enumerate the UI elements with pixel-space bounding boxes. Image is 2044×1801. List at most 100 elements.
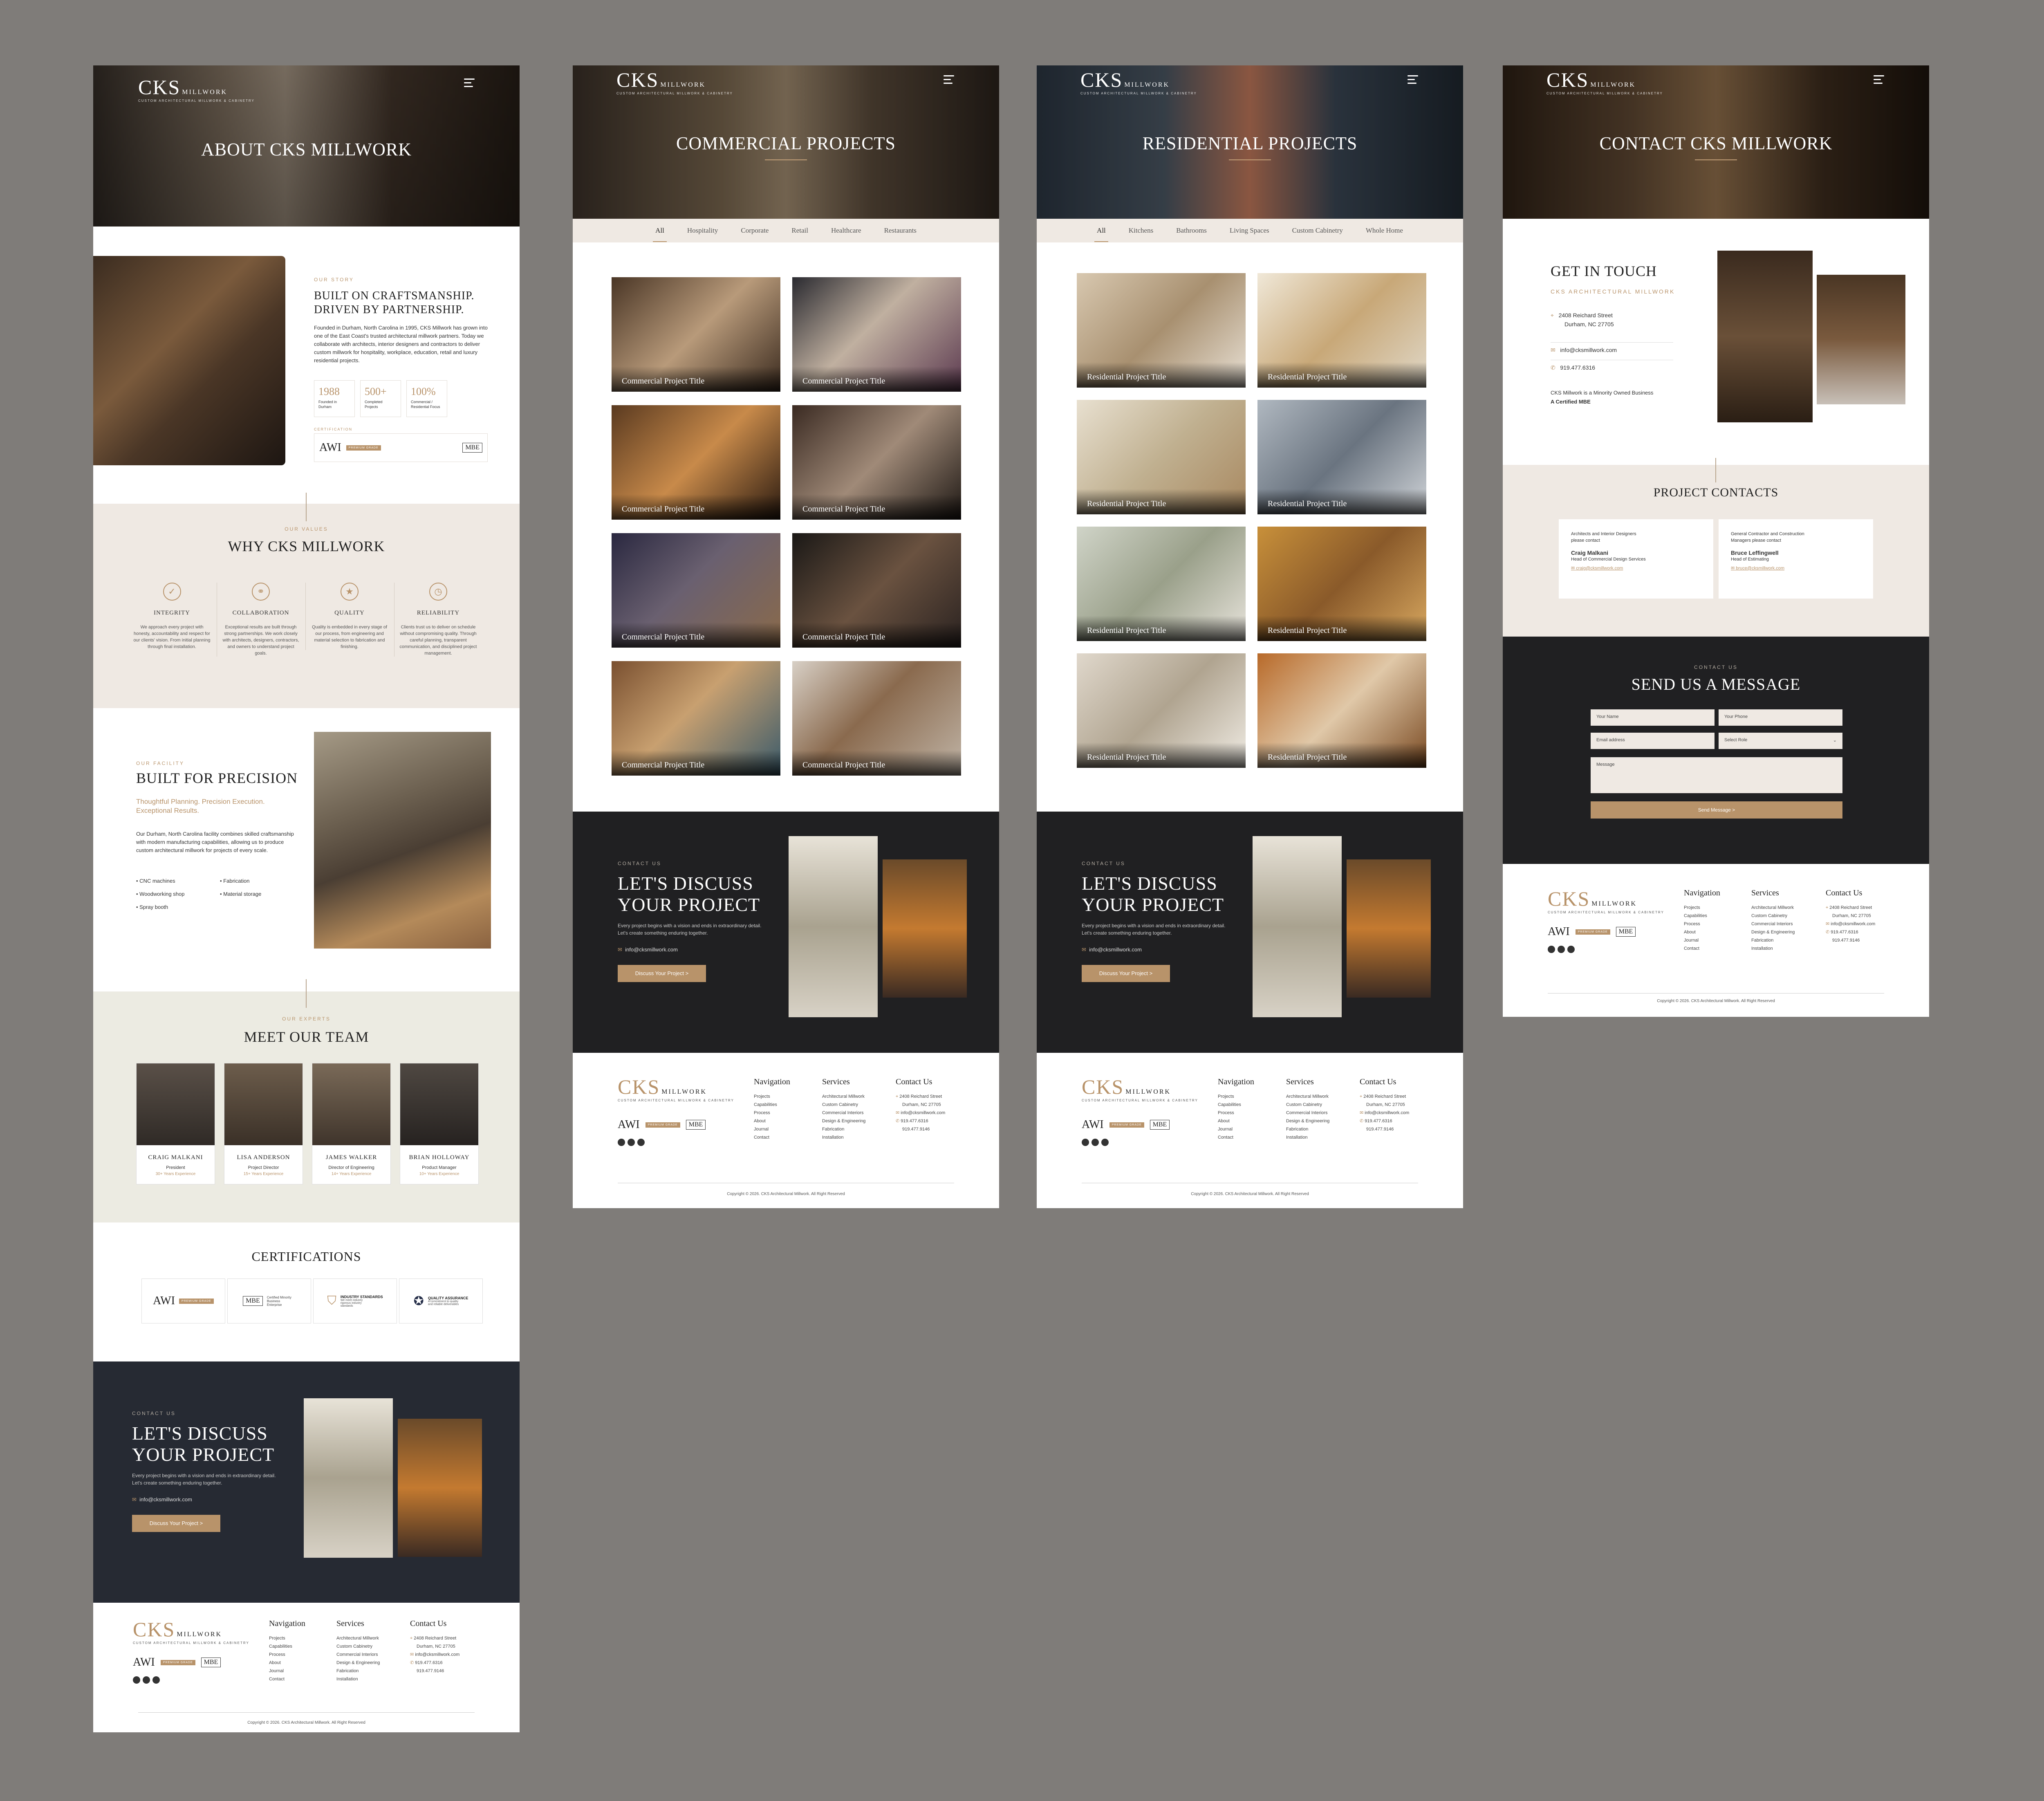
instagram-icon[interactable] — [1567, 946, 1575, 953]
tab-kitchens[interactable]: Kitchens — [1117, 227, 1165, 235]
tab-whole-home[interactable]: Whole Home — [1354, 227, 1414, 235]
facility-body: Our Durham, North Carolina facility comb… — [136, 831, 294, 853]
x-icon[interactable] — [143, 1676, 150, 1684]
certifications-title: CERTIFICATIONS — [251, 1249, 361, 1264]
menu-icon[interactable] — [1874, 75, 1884, 86]
discuss-button[interactable]: Discuss Your Project > — [618, 965, 706, 982]
tab-restaurants[interactable]: Restaurants — [873, 227, 928, 235]
footer: CKS MILLWORK CUSTOM ARCHITECTURAL MILLWORK… — [1503, 864, 1929, 1017]
project-card[interactable]: Residential Project Title — [1257, 527, 1426, 641]
tab-all[interactable]: All — [644, 227, 676, 242]
footer: CKS MILLWORK CUSTOM ARCHITECTURAL MILLWORK… — [93, 1603, 520, 1732]
project-card[interactable]: Commercial Project Title — [792, 405, 961, 520]
discuss-image-1 — [304, 1398, 393, 1558]
facility-subtitle: Thoughtful Planning. Precision Execution… — [136, 798, 265, 814]
email-input[interactable]: Email address — [1591, 733, 1715, 749]
contact-phone[interactable]: ✆ 919.477.6316 — [1551, 360, 1673, 371]
facebook-icon[interactable] — [1548, 946, 1555, 953]
contact-card-email[interactable]: ✉ craig@cksmillwork.com — [1571, 565, 1701, 572]
role-select[interactable]: Select Role ⌄ — [1719, 733, 1842, 749]
x-icon[interactable] — [1558, 946, 1565, 953]
discuss-email[interactable]: ✉ info@cksmillwork.com — [1082, 946, 1142, 953]
mail-icon: ✉ — [1082, 946, 1086, 953]
instagram-icon[interactable] — [152, 1676, 160, 1684]
mail-icon: ✉ — [1571, 566, 1575, 571]
project-card[interactable]: Residential Project Title — [1257, 653, 1426, 768]
tab-corporate[interactable]: Corporate — [729, 227, 780, 235]
facebook-icon[interactable] — [618, 1139, 625, 1146]
team-member[interactable]: CRAIG MALKANI President 30+ Years Experien… — [136, 1063, 215, 1184]
tab-hospitality[interactable]: Hospitality — [676, 227, 730, 235]
contact-card-email[interactable]: ✉ bruce@cksmillwork.com — [1731, 565, 1861, 572]
footer-logo[interactable]: CKS MILLWORK CUSTOM ARCHITECTURAL MILLWORK… — [618, 1077, 734, 1102]
form-label: CONTACT US — [1694, 664, 1738, 670]
menu-icon[interactable] — [464, 78, 475, 90]
instagram-icon[interactable] — [637, 1139, 645, 1146]
discuss-email[interactable]: ✉ info@cksmillwork.com — [132, 1496, 192, 1503]
site-logo[interactable]: CKS MILLWORK CUSTOM ARCHITECTURAL MILLWOR… — [138, 77, 255, 103]
cert-mbe: MBE Certified Minority Business Enterpris… — [227, 1278, 311, 1323]
phone-input[interactable]: Your Phone — [1719, 709, 1842, 726]
instagram-icon[interactable] — [1101, 1139, 1109, 1146]
project-card[interactable]: Residential Project Title — [1077, 653, 1246, 768]
project-card[interactable]: Commercial Project Title — [792, 661, 961, 776]
story-label: OUR STORY — [314, 277, 354, 283]
x-icon[interactable] — [1091, 1139, 1099, 1146]
tab-all[interactable]: All — [1085, 227, 1117, 242]
project-card[interactable]: Commercial Project Title — [792, 277, 961, 392]
contact-image-2 — [1817, 275, 1905, 404]
site-logo[interactable]: CKS MILLWORK CUSTOM ARCHITECTURAL MILLWORK… — [1080, 70, 1197, 95]
facebook-icon[interactable] — [1082, 1139, 1089, 1146]
contact-hero: CKS MILLWORK CUSTOM ARCHITECTURAL MILLWORK… — [1503, 65, 1929, 219]
mail-icon: ✉ — [896, 1110, 900, 1115]
project-card[interactable]: Residential Project Title — [1077, 400, 1246, 514]
stat-focus: 100% Commercial / Residential Focus — [406, 380, 447, 417]
facebook-icon[interactable] — [133, 1676, 140, 1684]
menu-icon[interactable] — [944, 75, 954, 86]
site-logo[interactable]: CKS MILLWORK CUSTOM ARCHITECTURAL MILLWORK… — [1546, 70, 1663, 95]
name-input[interactable]: Your Name — [1591, 709, 1715, 726]
value-quality: ★ QUALITY Quality is embedded in every sta… — [305, 583, 393, 650]
tab-custom-cabinetry[interactable]: Custom Cabinetry — [1281, 227, 1354, 235]
send-message-button[interactable]: Send Message > — [1591, 801, 1842, 819]
discuss-email[interactable]: ✉ info@cksmillwork.com — [618, 946, 678, 953]
tab-healthcare[interactable]: Healthcare — [820, 227, 873, 235]
project-card[interactable]: Commercial Project Title — [792, 533, 961, 648]
discuss-image-2 — [1347, 859, 1431, 998]
pin-icon: ⌖ — [1360, 1094, 1363, 1099]
project-card[interactable]: Commercial Project Title — [612, 533, 780, 648]
tab-living-spaces[interactable]: Living Spaces — [1218, 227, 1281, 235]
project-card[interactable]: Commercial Project Title — [612, 405, 780, 520]
project-card[interactable]: Residential Project Title — [1077, 527, 1246, 641]
avatar — [312, 1063, 390, 1145]
chevron-down-icon: ⌄ — [1833, 738, 1837, 743]
values-title: WHY CKS MILLWORK — [228, 538, 385, 554]
footer-logo[interactable]: CKS MILLWORK CUSTOM ARCHITECTURAL MILLWORK… — [133, 1619, 249, 1645]
stat-founded: 1988 Founded in Durham — [314, 380, 355, 417]
tab-bathrooms[interactable]: Bathrooms — [1165, 227, 1218, 235]
message-textarea[interactable]: Message — [1591, 757, 1842, 793]
tab-retail[interactable]: Retail — [780, 227, 820, 235]
mail-icon: ✉ — [1731, 566, 1735, 571]
project-card[interactable]: Residential Project Title — [1077, 273, 1246, 388]
discuss-button[interactable]: Discuss Your Project > — [1082, 965, 1170, 982]
contact-email[interactable]: ✉ info@cksmillwork.com — [1551, 342, 1673, 354]
footer-contact: Contact Us ⌖ 2408 Reichard Street Durham, … — [1826, 888, 1876, 943]
footer-nav: Navigation Projects Capabilities Process Abo… — [754, 1077, 790, 1140]
project-card[interactable]: Commercial Project Title — [612, 661, 780, 776]
project-card[interactable]: Residential Project Title — [1257, 400, 1426, 514]
discuss-image-2 — [398, 1419, 482, 1557]
team-member[interactable]: LISA ANDERSON Project Director 15+ Years E… — [224, 1063, 303, 1184]
site-logo[interactable]: CKS MILLWORK CUSTOM ARCHITECTURAL MILLWORK… — [616, 70, 733, 95]
footer-logo[interactable]: CKS MILLWORK CUSTOM ARCHITECTURAL MILLWORK… — [1082, 1077, 1198, 1102]
team-member[interactable]: BRIAN HOLLOWAY Product Manager 10+ Years E… — [400, 1063, 479, 1184]
project-card[interactable]: Residential Project Title — [1257, 273, 1426, 388]
team-member[interactable]: JAMES WALKER Director of Engineering 14+ Y… — [312, 1063, 391, 1184]
footer-contact: Contact Us ⌖ 2408 Reichard Street Durham, … — [410, 1619, 460, 1673]
x-icon[interactable] — [628, 1139, 635, 1146]
footer-logo[interactable]: CKS MILLWORK CUSTOM ARCHITECTURAL MILLWORK… — [1548, 888, 1664, 914]
discuss-button[interactable]: Discuss Your Project > — [132, 1515, 220, 1532]
menu-icon[interactable] — [1407, 75, 1418, 86]
avatar — [137, 1063, 215, 1145]
project-card[interactable]: Commercial Project Title — [612, 277, 780, 392]
